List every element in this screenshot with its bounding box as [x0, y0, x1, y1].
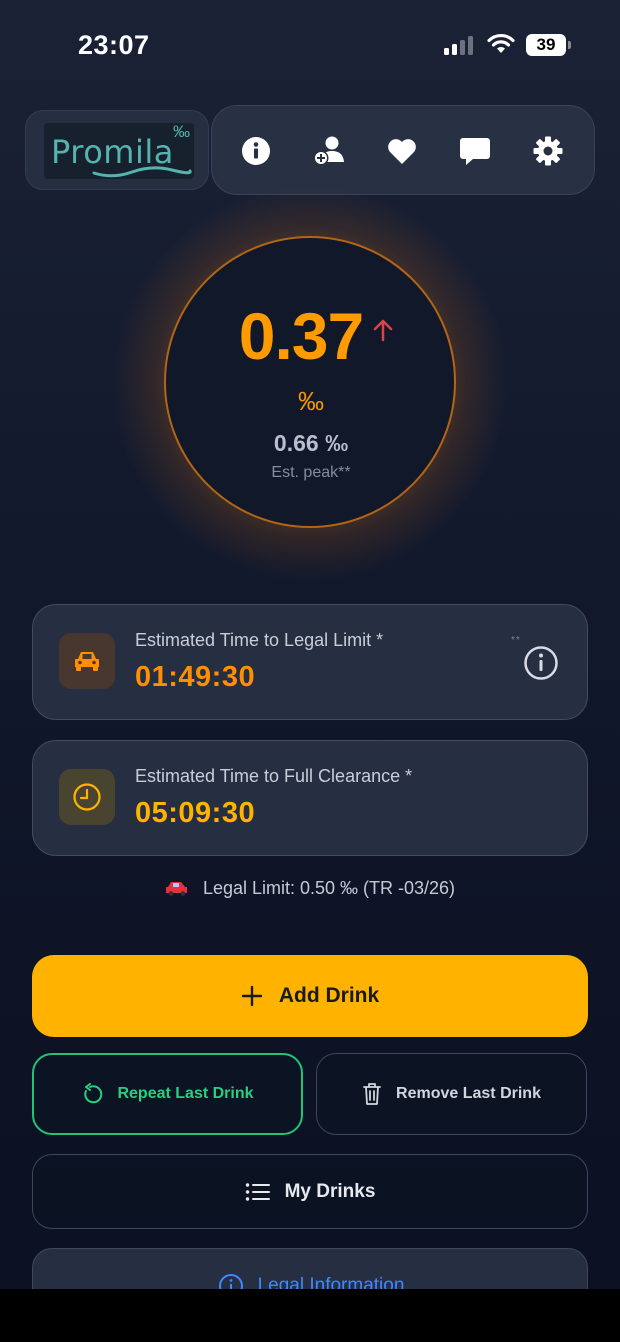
bac-gauge: 0.37 ‰ 0.66 ‰ Est. peak**	[164, 236, 456, 528]
footnote-marker: **	[511, 635, 521, 646]
full-clearance-time: 05:09:30	[135, 797, 256, 829]
my-drinks-label: My Drinks	[284, 1180, 376, 1202]
header-toolbar	[211, 105, 595, 195]
battery-indicator: 39	[526, 34, 571, 56]
plus-icon	[241, 985, 263, 1007]
add-person-icon[interactable]	[312, 134, 346, 168]
full-clearance-card: Estimated Time to Full Clearance * 05:09…	[32, 740, 588, 856]
legal-limit-info: Legal Limit: 0.50 ‰ (TR -03/26)	[0, 878, 620, 899]
trend-up-arrow-icon	[373, 319, 393, 342]
screen-bottom-edge	[0, 1289, 620, 1342]
full-clearance-title: Estimated Time to Full Clearance *	[135, 766, 413, 786]
my-drinks-button[interactable]: My Drinks	[32, 1154, 588, 1229]
app-logo: Promila ‰	[25, 110, 209, 190]
heart-icon[interactable]	[385, 134, 419, 168]
cellular-signal-icon	[444, 35, 476, 55]
gear-icon[interactable]	[531, 134, 565, 168]
chat-icon[interactable]	[458, 134, 492, 168]
current-bac-value: 0.37	[238, 299, 364, 373]
legal-limit-title: Estimated Time to Legal Limit *	[135, 630, 384, 650]
repeat-icon	[84, 1083, 103, 1104]
legal-limit-time: 01:49:30	[135, 661, 256, 693]
clock-icon	[59, 769, 115, 825]
legal-limit-card: Estimated Time to Legal Limit * 01:49:30…	[32, 604, 588, 720]
info-icon[interactable]	[523, 645, 559, 681]
trash-icon	[363, 1083, 381, 1105]
legal-limit-text: Legal Limit: 0.50 ‰ (TR -03/26)	[202, 878, 456, 898]
list-icon	[245, 1182, 270, 1201]
repeat-last-drink-button[interactable]: Repeat Last Drink	[32, 1053, 303, 1135]
remove-last-drink-label: Remove Last Drink	[396, 1085, 541, 1102]
add-drink-button[interactable]: Add Drink	[32, 955, 588, 1037]
red-car-icon	[165, 882, 187, 896]
add-drink-label: Add Drink	[278, 984, 380, 1007]
wifi-icon	[487, 33, 515, 53]
status-bar: 23:07 39	[0, 0, 620, 90]
estimated-peak-label: Est. peak**	[271, 464, 351, 481]
bac-unit: ‰	[298, 386, 324, 416]
status-time: 23:07	[78, 30, 150, 60]
logo-permille-mark: ‰	[173, 122, 190, 141]
remove-last-drink-button[interactable]: Remove Last Drink	[316, 1053, 587, 1135]
car-icon	[59, 633, 115, 689]
repeat-last-drink-label: Repeat Last Drink	[117, 1085, 254, 1102]
logo-wave	[92, 166, 192, 178]
estimated-peak-value: 0.66 ‰	[273, 430, 349, 456]
info-icon[interactable]	[239, 134, 273, 168]
